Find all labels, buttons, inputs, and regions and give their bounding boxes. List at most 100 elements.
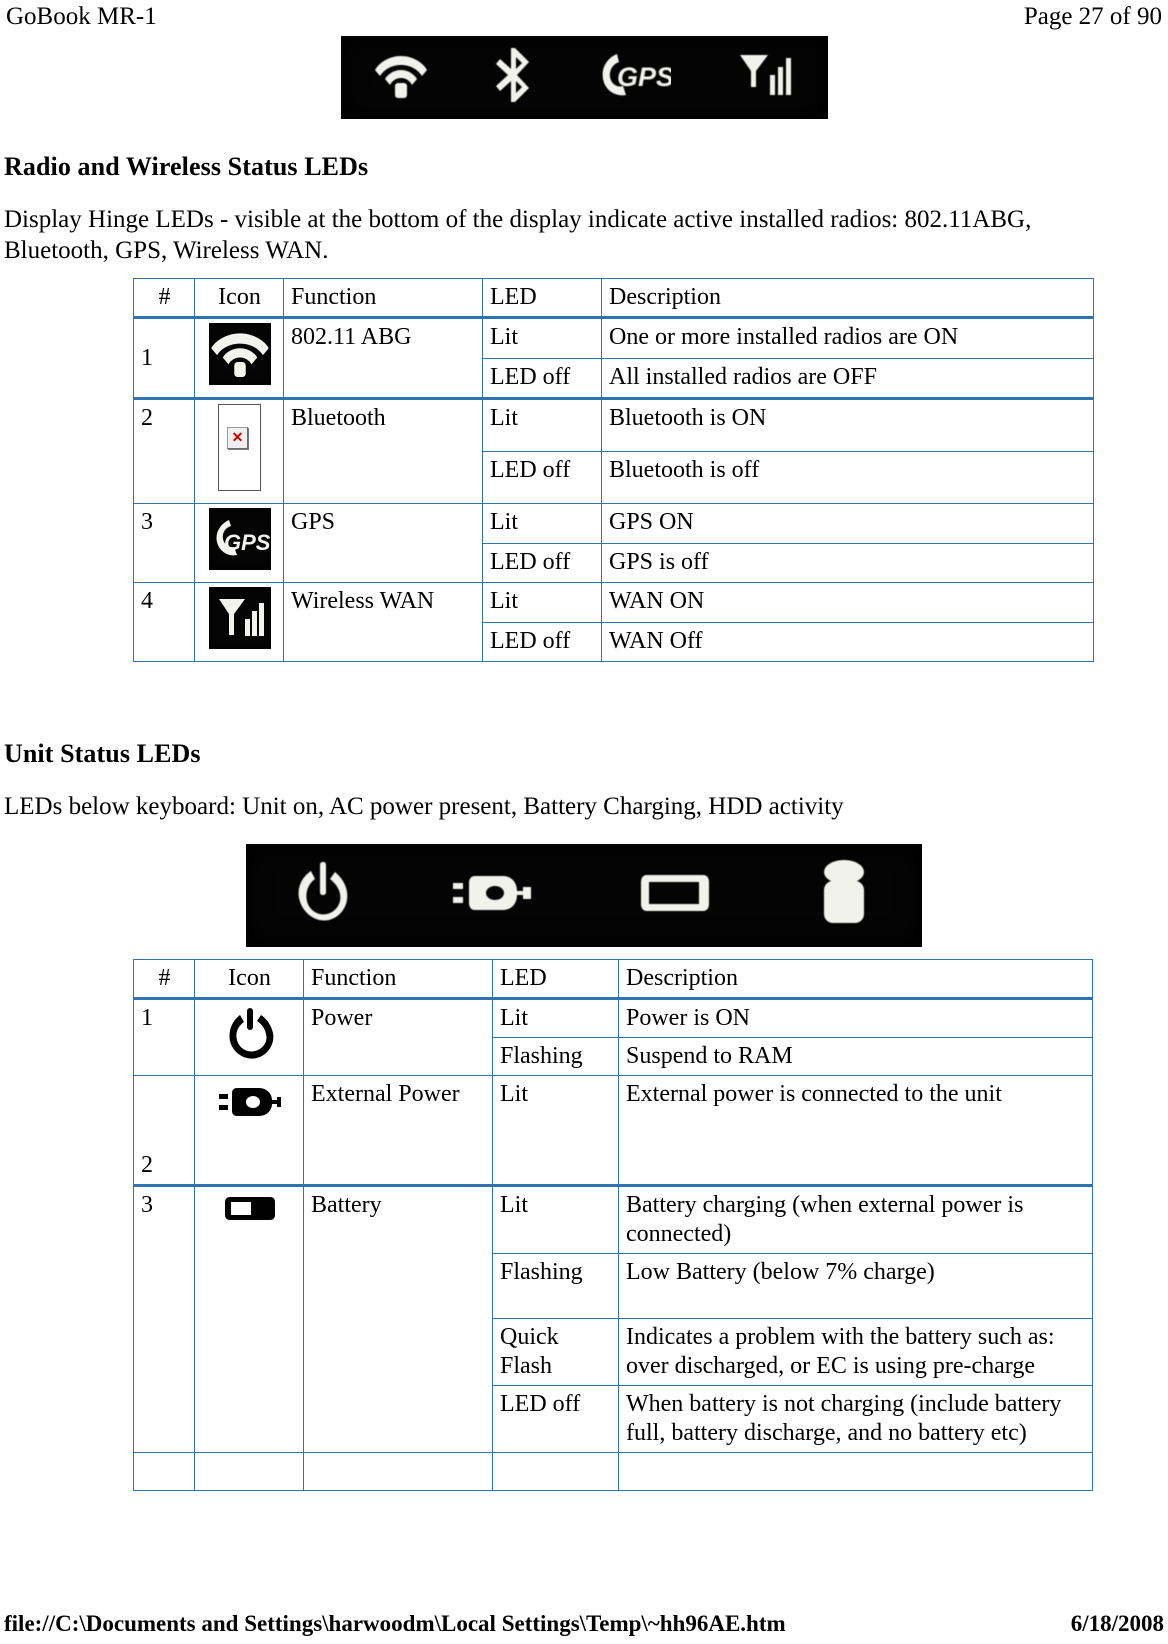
row-led-state: LED off	[482, 621, 602, 662]
table-row: 3 Battery Lit Battery charging (when ext…	[133, 1184, 1093, 1453]
section-intro-radio-wireless: Display Hinge LEDs - visible at the bott…	[4, 206, 1032, 264]
radio-wireless-table-wrap: # Icon Function LED Description 1 802.11…	[4, 278, 1164, 662]
column-header-led: LED	[482, 278, 602, 318]
column-header-function: Function	[303, 959, 493, 999]
column-header-description: Description	[618, 959, 1093, 999]
row-number: 4	[133, 582, 195, 662]
running-footer: file://C:\Documents and Settings\harwood…	[4, 1610, 1164, 1637]
row-led-state: Lit	[492, 1075, 619, 1186]
keyboard-led-strip-wrap	[4, 822, 1164, 947]
table-header-row: # Icon Function LED Description	[133, 278, 1094, 318]
table-row: 1 802.11 ABG Lit One or more installed r…	[133, 316, 1094, 399]
row-led-state: Lit	[482, 582, 602, 623]
row-function: 802.11 ABG	[283, 316, 483, 399]
document-page: GoBook MR-1 Page 27 of 90 GPS Radio and …	[0, 0, 1168, 1644]
wifi-icon	[208, 323, 271, 385]
gps-icon: GPS	[599, 50, 674, 105]
row-description: All installed radios are OFF	[601, 357, 1094, 399]
broken-image-icon: ✕	[218, 404, 261, 491]
table-header-row: # Icon Function LED Description	[133, 959, 1093, 999]
row-led-state: LED off	[482, 357, 602, 399]
plug-icon	[451, 866, 537, 925]
row-description: Bluetooth is off	[601, 451, 1094, 504]
table-row: 2 ✕ Bluetooth Lit Bluetooth is ON	[133, 396, 1094, 504]
section-heading-unit-status: Unit Status LEDs	[4, 739, 201, 768]
row-description: WAN ON	[601, 582, 1094, 623]
display-hinge-led-strip-wrap: GPS	[4, 32, 1164, 119]
keyboard-led-strip	[246, 844, 922, 947]
row-led-state: LED off	[482, 451, 602, 504]
row-function-empty	[303, 1452, 493, 1491]
column-header-led: LED	[492, 959, 619, 999]
row-led-state: Lit	[492, 997, 619, 1038]
battery-icon	[637, 865, 715, 926]
row-led-state: LED off	[482, 542, 602, 583]
row-number: 3	[133, 503, 195, 583]
table-row: 4 Wireless WAN Lit WAN ON	[133, 582, 1094, 662]
row-icon-cell	[194, 582, 284, 662]
hdd-icon	[816, 857, 872, 934]
row-led-state: Lit	[482, 316, 602, 359]
power-icon	[226, 1004, 274, 1060]
row-description: When battery is not charging (include ba…	[618, 1385, 1093, 1453]
row-description: Suspend to RAM	[618, 1037, 1093, 1076]
column-header-description: Description	[601, 278, 1094, 318]
table-row-continuation	[133, 1452, 1093, 1491]
document-title: GoBook MR-1	[6, 3, 157, 30]
gps-icon: GPS	[208, 508, 271, 570]
running-header: GoBook MR-1 Page 27 of 90	[4, 0, 1164, 32]
wwan-signal-icon	[208, 587, 271, 649]
row-led-state: Lit	[482, 503, 602, 544]
row-description: One or more installed radios are ON	[601, 316, 1094, 359]
row-number: 3	[133, 1184, 195, 1453]
plug-icon	[217, 1080, 283, 1124]
column-header-icon: Icon	[194, 959, 304, 999]
row-function: Battery	[303, 1184, 493, 1453]
row-description: WAN Off	[601, 621, 1094, 662]
row-icon-cell: GPS	[194, 503, 284, 583]
row-description-empty	[618, 1452, 1093, 1491]
wwan-signal-icon	[738, 49, 794, 106]
section-heading-radio-wireless: Radio and Wireless Status LEDs	[4, 152, 369, 181]
column-header-number: #	[133, 959, 195, 999]
svg-text:GPS: GPS	[617, 62, 671, 92]
row-function: Power	[303, 997, 493, 1076]
power-icon	[296, 858, 350, 933]
row-description: Power is ON	[618, 997, 1093, 1038]
row-led-state: Quick Flash	[492, 1318, 619, 1386]
row-led-state: Lit	[482, 396, 602, 453]
unit-status-led-table: # Icon Function LED Description 1 Power …	[133, 959, 1093, 1491]
row-number: 1	[133, 997, 195, 1076]
row-icon-cell	[194, 1184, 304, 1453]
row-number: 1	[133, 316, 195, 399]
row-number: 2	[133, 397, 195, 504]
section-intro-unit-status: LEDs below keyboard: Unit on, AC power p…	[4, 793, 844, 820]
row-description: GPS ON	[601, 503, 1094, 544]
row-description: Battery charging (when external power is…	[618, 1184, 1093, 1254]
table-row: 1 Power Lit Power is ON	[133, 997, 1093, 1076]
svg-text:GPS: GPS	[224, 530, 271, 555]
row-number-empty	[133, 1452, 195, 1491]
row-led-state: Flashing	[492, 1037, 619, 1076]
radio-wireless-led-table: # Icon Function LED Description 1 802.11…	[133, 278, 1094, 662]
table-row: 3 GPS GPS Lit GPS ON	[133, 503, 1094, 583]
bluetooth-icon	[495, 46, 533, 109]
row-led-state: LED off	[492, 1385, 619, 1453]
row-description: Bluetooth is ON	[601, 396, 1094, 453]
wifi-icon	[374, 50, 428, 105]
row-description: External power is connected to the unit	[618, 1075, 1093, 1186]
row-icon-empty	[194, 1452, 304, 1491]
display-hinge-led-strip: GPS	[340, 36, 828, 119]
footer-date: 6/18/2008	[1070, 1611, 1164, 1636]
unit-status-table-wrap: # Icon Function LED Description 1 Power …	[4, 959, 1164, 1491]
row-function: External Power	[303, 1075, 493, 1186]
column-header-number: #	[133, 278, 195, 318]
row-icon-cell	[194, 997, 304, 1076]
row-led-empty	[492, 1452, 619, 1491]
table-row: 2 External Power Lit External power is c…	[133, 1075, 1093, 1186]
row-description: GPS is off	[601, 542, 1094, 583]
row-function: GPS	[283, 503, 483, 583]
row-description: Low Battery (below 7% charge)	[618, 1253, 1093, 1319]
battery-icon	[222, 1191, 278, 1225]
column-header-function: Function	[283, 278, 483, 318]
